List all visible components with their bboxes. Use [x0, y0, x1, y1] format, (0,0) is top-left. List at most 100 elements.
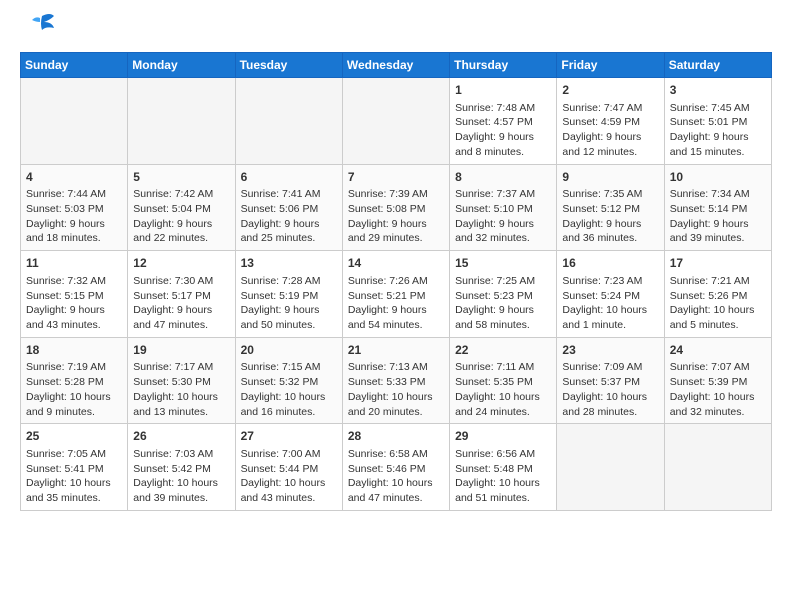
day-info: Sunrise: 7:23 AM	[562, 274, 658, 289]
day-number: 29	[455, 428, 551, 445]
day-info: Sunrise: 7:13 AM	[348, 360, 444, 375]
weekday-header-friday: Friday	[557, 53, 664, 78]
day-info: Sunrise: 7:21 AM	[670, 274, 766, 289]
day-info: Sunset: 5:46 PM	[348, 462, 444, 477]
day-info: Sunset: 5:30 PM	[133, 375, 229, 390]
day-info: Daylight: 9 hours	[348, 217, 444, 232]
day-info: Daylight: 9 hours	[455, 130, 551, 145]
day-info: Sunset: 4:59 PM	[562, 115, 658, 130]
day-info: Sunrise: 7:39 AM	[348, 187, 444, 202]
calendar-cell: 18Sunrise: 7:19 AMSunset: 5:28 PMDayligh…	[21, 337, 128, 424]
day-info: Sunset: 5:42 PM	[133, 462, 229, 477]
day-info: Sunset: 5:01 PM	[670, 115, 766, 130]
weekday-header-monday: Monday	[128, 53, 235, 78]
day-info: Sunset: 4:57 PM	[455, 115, 551, 130]
calendar-cell: 22Sunrise: 7:11 AMSunset: 5:35 PMDayligh…	[450, 337, 557, 424]
day-info: and 50 minutes.	[241, 318, 337, 333]
day-number: 21	[348, 342, 444, 359]
day-info: Sunrise: 7:32 AM	[26, 274, 122, 289]
day-number: 3	[670, 82, 766, 99]
day-info: Sunset: 5:04 PM	[133, 202, 229, 217]
day-info: Sunrise: 7:03 AM	[133, 447, 229, 462]
day-info: Sunrise: 7:07 AM	[670, 360, 766, 375]
day-info: and 13 minutes.	[133, 405, 229, 420]
day-info: Daylight: 9 hours	[562, 130, 658, 145]
day-number: 5	[133, 169, 229, 186]
day-info: Sunset: 5:03 PM	[26, 202, 122, 217]
day-info: Sunset: 5:41 PM	[26, 462, 122, 477]
calendar-cell: 25Sunrise: 7:05 AMSunset: 5:41 PMDayligh…	[21, 424, 128, 511]
weekday-header-thursday: Thursday	[450, 53, 557, 78]
calendar-cell: 28Sunrise: 6:58 AMSunset: 5:46 PMDayligh…	[342, 424, 449, 511]
weekday-header-saturday: Saturday	[664, 53, 771, 78]
day-info: Daylight: 9 hours	[133, 217, 229, 232]
calendar-cell: 4Sunrise: 7:44 AMSunset: 5:03 PMDaylight…	[21, 164, 128, 251]
day-info: and 32 minutes.	[455, 231, 551, 246]
day-info: Sunrise: 7:11 AM	[455, 360, 551, 375]
calendar-cell: 2Sunrise: 7:47 AMSunset: 4:59 PMDaylight…	[557, 78, 664, 165]
day-info: Sunset: 5:15 PM	[26, 289, 122, 304]
day-info: and 12 minutes.	[562, 145, 658, 160]
calendar-cell: 1Sunrise: 7:48 AMSunset: 4:57 PMDaylight…	[450, 78, 557, 165]
day-info: Sunset: 5:10 PM	[455, 202, 551, 217]
calendar-cell	[342, 78, 449, 165]
weekday-header-tuesday: Tuesday	[235, 53, 342, 78]
day-info: Sunrise: 6:56 AM	[455, 447, 551, 462]
logo-bird-icon	[22, 12, 54, 40]
day-info: Daylight: 10 hours	[26, 390, 122, 405]
day-number: 9	[562, 169, 658, 186]
calendar-cell: 23Sunrise: 7:09 AMSunset: 5:37 PMDayligh…	[557, 337, 664, 424]
day-info: Sunrise: 7:30 AM	[133, 274, 229, 289]
day-number: 16	[562, 255, 658, 272]
day-info: Sunrise: 7:15 AM	[241, 360, 337, 375]
week-row-2: 4Sunrise: 7:44 AMSunset: 5:03 PMDaylight…	[21, 164, 772, 251]
week-row-5: 25Sunrise: 7:05 AMSunset: 5:41 PMDayligh…	[21, 424, 772, 511]
day-info: Sunset: 5:44 PM	[241, 462, 337, 477]
day-number: 1	[455, 82, 551, 99]
day-info: Daylight: 9 hours	[241, 217, 337, 232]
day-info: and 15 minutes.	[670, 145, 766, 160]
day-number: 19	[133, 342, 229, 359]
day-info: Sunset: 5:17 PM	[133, 289, 229, 304]
day-info: Daylight: 10 hours	[241, 476, 337, 491]
day-info: Sunset: 5:32 PM	[241, 375, 337, 390]
day-number: 6	[241, 169, 337, 186]
day-info: Sunset: 5:28 PM	[26, 375, 122, 390]
day-info: Sunrise: 7:00 AM	[241, 447, 337, 462]
day-info: and 22 minutes.	[133, 231, 229, 246]
day-number: 15	[455, 255, 551, 272]
day-info: and 47 minutes.	[133, 318, 229, 333]
calendar-table: SundayMondayTuesdayWednesdayThursdayFrid…	[20, 52, 772, 511]
calendar-cell: 5Sunrise: 7:42 AMSunset: 5:04 PMDaylight…	[128, 164, 235, 251]
day-number: 26	[133, 428, 229, 445]
day-info: Daylight: 9 hours	[26, 303, 122, 318]
calendar-cell: 10Sunrise: 7:34 AMSunset: 5:14 PMDayligh…	[664, 164, 771, 251]
day-number: 11	[26, 255, 122, 272]
day-number: 23	[562, 342, 658, 359]
day-number: 10	[670, 169, 766, 186]
day-number: 28	[348, 428, 444, 445]
weekday-header-row: SundayMondayTuesdayWednesdayThursdayFrid…	[21, 53, 772, 78]
day-info: Sunset: 5:24 PM	[562, 289, 658, 304]
calendar-cell: 16Sunrise: 7:23 AMSunset: 5:24 PMDayligh…	[557, 251, 664, 338]
day-info: Daylight: 10 hours	[670, 303, 766, 318]
day-info: Daylight: 10 hours	[455, 390, 551, 405]
day-info: Sunrise: 7:25 AM	[455, 274, 551, 289]
calendar-cell	[128, 78, 235, 165]
day-info: Sunset: 5:35 PM	[455, 375, 551, 390]
day-info: Sunrise: 7:37 AM	[455, 187, 551, 202]
calendar-cell: 9Sunrise: 7:35 AMSunset: 5:12 PMDaylight…	[557, 164, 664, 251]
day-number: 17	[670, 255, 766, 272]
day-info: and 25 minutes.	[241, 231, 337, 246]
calendar-cell: 15Sunrise: 7:25 AMSunset: 5:23 PMDayligh…	[450, 251, 557, 338]
day-info: and 32 minutes.	[670, 405, 766, 420]
day-number: 18	[26, 342, 122, 359]
day-info: Daylight: 9 hours	[455, 217, 551, 232]
day-number: 24	[670, 342, 766, 359]
calendar-cell: 21Sunrise: 7:13 AMSunset: 5:33 PMDayligh…	[342, 337, 449, 424]
day-info: Sunset: 5:48 PM	[455, 462, 551, 477]
calendar-cell: 20Sunrise: 7:15 AMSunset: 5:32 PMDayligh…	[235, 337, 342, 424]
day-info: Daylight: 9 hours	[348, 303, 444, 318]
day-info: and 51 minutes.	[455, 491, 551, 506]
day-info: Sunset: 5:21 PM	[348, 289, 444, 304]
